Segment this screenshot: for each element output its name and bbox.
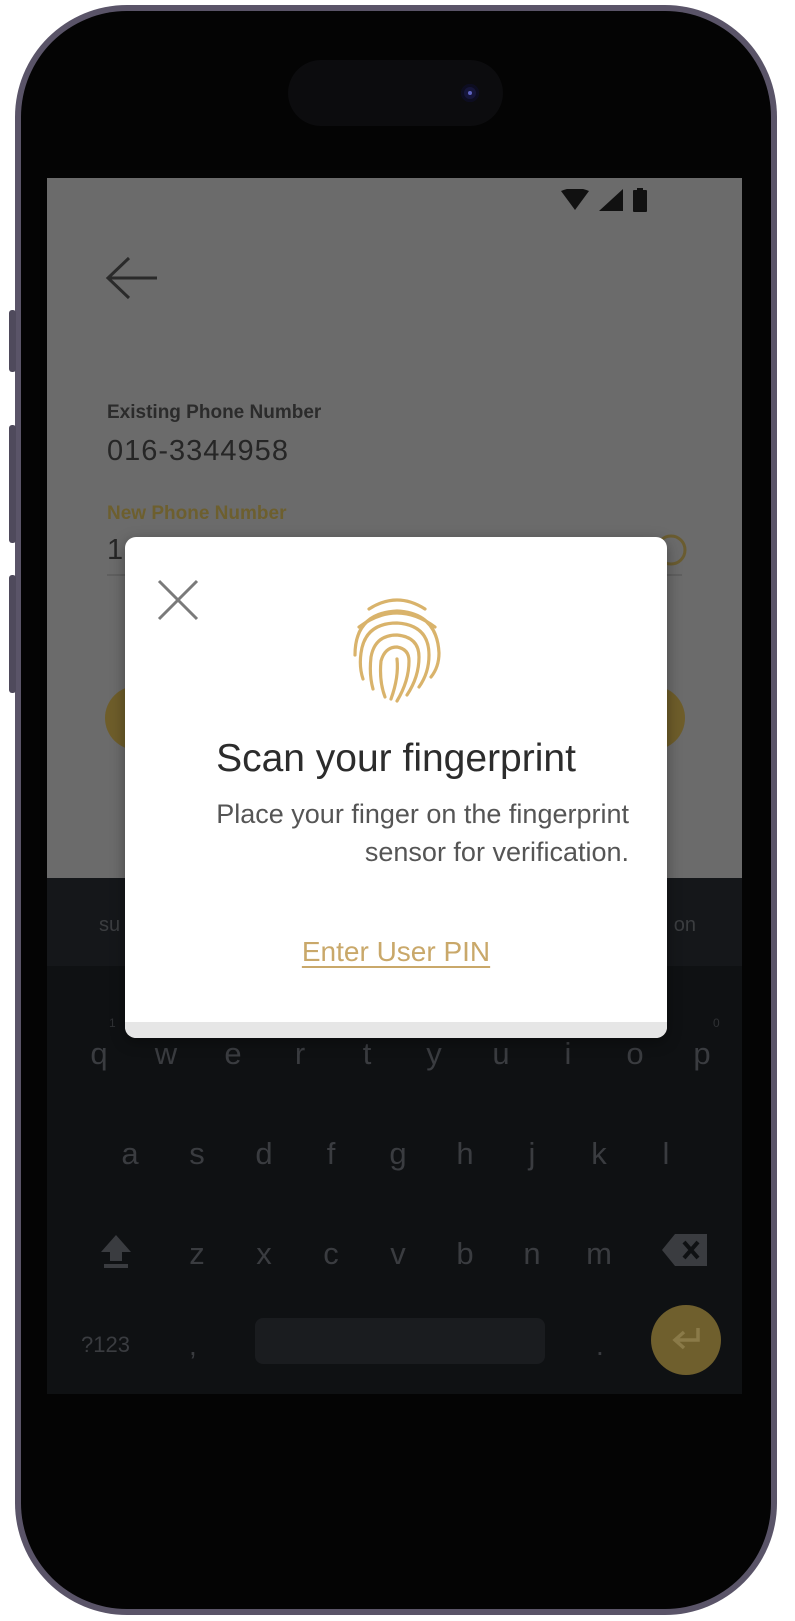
- key-b[interactable]: b: [445, 1236, 485, 1272]
- key-m[interactable]: m: [579, 1236, 619, 1272]
- key-hint-0: 0: [713, 1016, 720, 1030]
- symbols-key[interactable]: ?123: [81, 1332, 130, 1358]
- key-i[interactable]: i: [548, 1036, 588, 1072]
- key-z[interactable]: z: [177, 1236, 217, 1272]
- enter-user-pin-link[interactable]: Enter User PIN: [125, 936, 667, 968]
- fingerprint-dialog: Scan your fingerprint Place your finger …: [125, 537, 667, 1038]
- enter-icon: [672, 1328, 700, 1350]
- close-icon[interactable]: [153, 575, 203, 625]
- dialog-message-line-2: sensor for verification.: [364, 837, 629, 867]
- key-u[interactable]: u: [481, 1036, 521, 1072]
- volume-down-button: [9, 575, 16, 693]
- key-w[interactable]: w: [146, 1036, 186, 1072]
- key-hint-1: 1: [109, 1016, 116, 1030]
- dialog-message-line-1: Place your finger on the fingerprint: [216, 799, 629, 829]
- space-key[interactable]: [255, 1318, 545, 1364]
- signal-icon: [599, 189, 623, 211]
- key-p[interactable]: p: [682, 1036, 722, 1072]
- key-c[interactable]: c: [311, 1236, 351, 1272]
- key-r[interactable]: r: [280, 1036, 320, 1072]
- key-e[interactable]: e: [213, 1036, 253, 1072]
- volume-up-button: [9, 425, 16, 543]
- enter-key[interactable]: [651, 1305, 721, 1375]
- key-t[interactable]: t: [347, 1036, 387, 1072]
- key-j[interactable]: j: [512, 1136, 552, 1172]
- shift-icon[interactable]: [99, 1233, 133, 1269]
- comma-key[interactable]: ,: [189, 1330, 197, 1362]
- key-h[interactable]: h: [445, 1136, 485, 1172]
- dialog-bottom-bar: [125, 1022, 667, 1038]
- action-button: [9, 310, 16, 372]
- existing-phone-value: 016-3344958: [107, 435, 289, 467]
- new-phone-label: New Phone Number: [107, 503, 287, 524]
- battery-icon: [633, 188, 647, 212]
- key-d[interactable]: d: [244, 1136, 284, 1172]
- key-x[interactable]: x: [244, 1236, 284, 1272]
- key-v[interactable]: v: [378, 1236, 418, 1272]
- key-n[interactable]: n: [512, 1236, 552, 1272]
- key-a[interactable]: a: [110, 1136, 150, 1172]
- key-g[interactable]: g: [378, 1136, 418, 1172]
- key-y[interactable]: y: [414, 1036, 454, 1072]
- back-arrow-icon[interactable]: [105, 256, 159, 300]
- key-f[interactable]: f: [311, 1136, 351, 1172]
- fingerprint-icon: [353, 598, 441, 703]
- key-k[interactable]: k: [579, 1136, 619, 1172]
- key-l[interactable]: l: [646, 1136, 686, 1172]
- suggestion-left[interactable]: su: [99, 914, 120, 937]
- key-s[interactable]: s: [177, 1136, 217, 1172]
- status-bar: [561, 188, 647, 212]
- period-key[interactable]: .: [596, 1330, 604, 1362]
- key-o[interactable]: o: [615, 1036, 655, 1072]
- existing-phone-label: Existing Phone Number: [107, 402, 322, 423]
- dialog-message: Place your finger on the fingerprint sen…: [145, 795, 629, 871]
- key-q[interactable]: q: [79, 1036, 119, 1072]
- backspace-icon[interactable]: [661, 1232, 709, 1268]
- suggestion-right[interactable]: on: [674, 914, 696, 937]
- dynamic-island: [288, 60, 503, 126]
- camera-icon: [461, 84, 479, 102]
- dialog-title: Scan your fingerprint: [216, 737, 576, 780]
- wifi-icon: [561, 189, 589, 210]
- new-phone-input[interactable]: 1: [107, 534, 123, 567]
